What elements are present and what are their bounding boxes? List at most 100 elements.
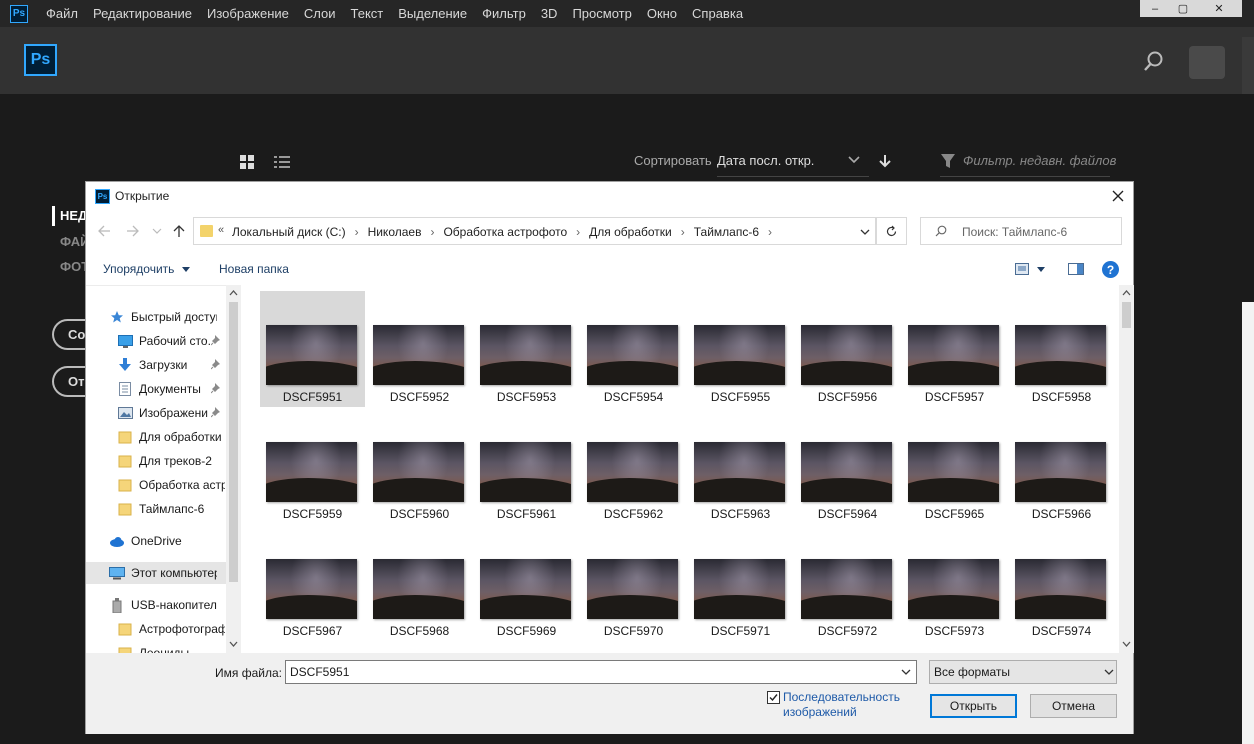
file-format-select[interactable]: Все форматы [929,660,1117,684]
nav-item[interactable]: Загрузки [86,354,226,376]
menu-item[interactable]: Изображение [207,6,289,21]
file-item[interactable]: DSCF5957 [902,291,1007,407]
nav-item[interactable]: Обработка астр [86,474,226,496]
forward-arrow-icon[interactable] [126,224,140,238]
photoshop-app-icon[interactable]: Ps [10,4,28,23]
breadcrumb-separator-icon[interactable]: › [768,225,772,239]
breadcrumb-item[interactable]: Таймлапс-6 [694,225,759,239]
menu-item[interactable]: Справка [692,6,743,21]
breadcrumb-separator-icon[interactable]: › [355,225,359,239]
file-item[interactable]: DSCF5960 [367,408,472,524]
menu-item[interactable]: Выделение [398,6,467,21]
preview-pane-icon[interactable] [1068,263,1084,275]
sequence-label[interactable]: Последовательность изображений [783,690,923,720]
file-item[interactable]: DSCF5956 [795,291,900,407]
file-item[interactable]: DSCF5953 [474,291,579,407]
file-item[interactable]: DSCF5955 [688,291,793,407]
breadcrumb-separator-icon[interactable]: › [681,225,685,239]
navigation-scrollbar[interactable] [226,285,241,653]
nav-item[interactable]: Таймлапс-6 [86,498,226,520]
nav-item[interactable]: Астрофотограф [86,618,226,640]
file-item[interactable]: DSCF5961 [474,408,579,524]
menu-item[interactable]: Просмотр [572,6,631,21]
breadcrumb-item[interactable]: Обработка астрофото [443,225,567,239]
file-item[interactable]: DSCF5968 [367,525,472,641]
change-view-icon[interactable] [1015,263,1029,275]
file-item[interactable]: DSCF5965 [902,408,1007,524]
maximize-button[interactable]: ▢ [1168,0,1198,17]
help-button[interactable]: ? [1102,261,1119,278]
sort-direction-icon[interactable] [878,154,892,168]
chevron-down-icon[interactable] [848,155,860,165]
organize-button[interactable]: Упорядочить [103,262,190,276]
filter-input[interactable]: Фильтр. недавн. файлов [963,153,1116,168]
breadcrumb-separator-icon[interactable]: › [576,225,580,239]
file-item[interactable]: DSCF5951 [260,291,365,407]
file-item[interactable]: DSCF5966 [1009,408,1114,524]
file-list-scrollbar[interactable] [1119,285,1134,653]
nav-item[interactable]: Для треков-2 [86,450,226,472]
nav-recent[interactable]: НЕД [60,208,87,223]
new-folder-button[interactable]: Новая папка [219,262,289,276]
file-item[interactable]: DSCF5964 [795,408,900,524]
nav-item[interactable]: Рабочий сто. [86,330,226,352]
chevron-down-icon[interactable] [860,228,870,236]
file-item[interactable]: DSCF5962 [581,408,686,524]
file-item[interactable]: DSCF5963 [688,408,793,524]
cancel-button[interactable]: Отмена [1030,694,1117,718]
menu-item[interactable]: Текст [351,6,384,21]
breadcrumb-item[interactable]: Николаев [368,225,422,239]
list-view-icon[interactable] [274,155,290,169]
menu-item[interactable]: Слои [304,6,336,21]
refresh-button[interactable] [876,217,907,245]
nav-item[interactable]: USB-накопитель [86,594,226,616]
address-bar[interactable]: « Локальный диск (C:) › Николаев › Обработка… [193,217,876,245]
nav-item[interactable]: Этот компьютер [86,562,226,584]
close-icon[interactable] [1110,188,1126,204]
close-window-button[interactable]: ✕ [1196,0,1242,17]
back-arrow-icon[interactable] [97,224,111,238]
recent-locations-chevron-icon[interactable] [152,224,162,238]
open-button[interactable]: Открыть [930,694,1017,718]
sequence-checkbox[interactable] [767,691,780,704]
file-item[interactable]: DSCF5972 [795,525,900,641]
filename-input[interactable]: DSCF5951 [285,660,917,684]
file-item[interactable]: DSCF5959 [260,408,365,524]
file-item[interactable]: DSCF5958 [1009,291,1114,407]
minimize-button[interactable]: ‒ [1140,0,1170,17]
scroll-down-icon[interactable] [229,640,238,648]
breadcrumb-overflow[interactable]: « [218,224,224,236]
file-item[interactable]: DSCF5969 [474,525,579,641]
breadcrumb-separator-icon[interactable]: › [430,225,434,239]
menu-item[interactable]: Файл [46,6,78,21]
scrollbar-thumb[interactable] [1122,302,1131,328]
search-icon[interactable] [1143,50,1165,72]
breadcrumb-item[interactable]: Локальный диск (C:) [232,225,346,239]
user-avatar[interactable] [1189,46,1225,79]
file-item[interactable]: DSCF5967 [260,525,365,641]
nav-item[interactable]: Для обработки [86,426,226,448]
scroll-down-icon[interactable] [1122,640,1131,648]
nav-item[interactable]: Документы [86,378,226,400]
grid-view-icon[interactable] [240,155,254,169]
sort-dropdown[interactable]: Дата посл. откр. [717,153,814,168]
chevron-down-icon[interactable] [901,669,911,676]
nav-item[interactable]: OneDrive [86,530,226,552]
menu-item[interactable]: Окно [647,6,677,21]
file-item[interactable]: DSCF5952 [367,291,472,407]
menu-item[interactable]: 3D [541,6,558,21]
file-item[interactable]: DSCF5954 [581,291,686,407]
file-item[interactable]: DSCF5971 [688,525,793,641]
nav-item[interactable]: Быстрый доступ [86,306,226,328]
menu-item[interactable]: Фильтр [482,6,526,21]
menu-item[interactable]: Редактирование [93,6,192,21]
view-options-chevron-icon[interactable] [1037,267,1045,273]
up-arrow-icon[interactable] [172,224,186,238]
file-item[interactable]: DSCF5973 [902,525,1007,641]
file-item[interactable]: DSCF5970 [581,525,686,641]
scrollbar-thumb[interactable] [229,302,238,582]
breadcrumb-item[interactable]: Для обработки [589,225,672,239]
nav-item[interactable]: Изображени [86,402,226,424]
search-input[interactable]: Поиск: Таймлапс-6 [920,217,1122,245]
scroll-up-icon[interactable] [1122,289,1131,297]
